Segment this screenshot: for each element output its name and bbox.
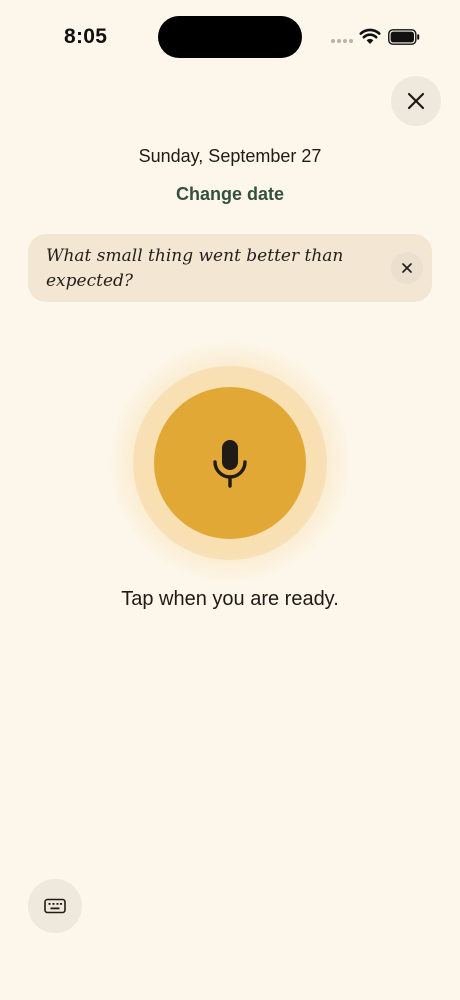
ready-hint: Tap when you are ready. (121, 588, 339, 610)
dynamic-island (158, 16, 302, 58)
close-button[interactable] (391, 76, 441, 126)
keyboard-button[interactable] (28, 879, 82, 933)
close-icon (407, 92, 425, 110)
change-date-button[interactable]: Change date (0, 184, 460, 205)
wifi-icon (359, 28, 381, 44)
battery-icon (388, 29, 420, 45)
close-icon (402, 263, 412, 273)
microphone-icon (213, 440, 247, 488)
entry-date: Sunday, September 27 (138, 146, 322, 166)
status-time: 8:05 (64, 25, 108, 48)
keyboard-icon (44, 898, 66, 914)
record-button[interactable] (154, 387, 306, 539)
cellular-signal-icon (331, 39, 353, 43)
dismiss-prompt-button[interactable] (391, 252, 423, 284)
prompt-card: What small thing went better than expect… (28, 234, 432, 302)
status-bar: 8:05 (0, 0, 460, 76)
prompt-text: What small thing went better than expect… (46, 246, 344, 291)
